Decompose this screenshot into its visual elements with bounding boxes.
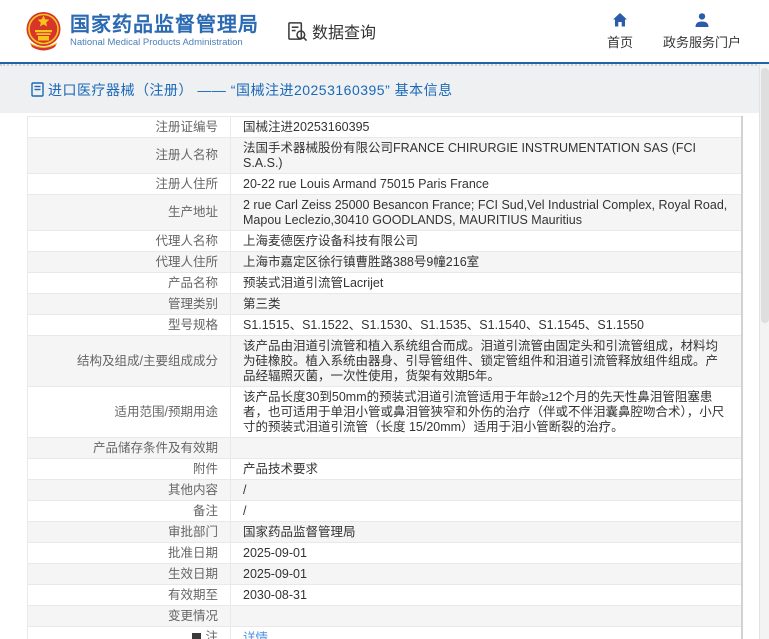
field-value: 详情 — [230, 626, 743, 639]
user-icon — [695, 13, 709, 27]
data-query-tab[interactable]: 数据查询 — [287, 19, 376, 43]
field-value: 上海麦德医疗设备科技有限公司 — [230, 230, 743, 252]
field-value — [230, 605, 743, 627]
table-row: 注册人名称 法国手术器械股份有限公司FRANCE CHIRURGIE INSTR… — [27, 137, 743, 174]
field-value — [230, 437, 743, 459]
table-row: 管理类别 第三类 — [27, 293, 743, 315]
scrollbar[interactable] — [759, 64, 769, 639]
field-value: 上海市嘉定区徐行镇曹胜路388号9幢216室 — [230, 251, 743, 273]
table-row: 附件 产品技术要求 — [27, 458, 743, 480]
table-row: 注册人住所 20-22 rue Louis Armand 75015 Paris… — [27, 173, 743, 195]
field-value: 20-22 rue Louis Armand 75015 Paris Franc… — [230, 173, 743, 195]
field-value: / — [230, 479, 743, 501]
field-label: 注册证编号 — [27, 116, 231, 138]
field-value: 该产品由泪道引流管和植入系统组合而成。泪道引流管由固定头和引流管组成，材料均为硅… — [230, 335, 743, 387]
field-label: 型号规格 — [27, 314, 231, 336]
table-row: 有效期至 2030-08-31 — [27, 584, 743, 606]
site-header: 国家药品监督管理局 National Medical Products Admi… — [0, 0, 769, 62]
field-label: 变更情况 — [27, 605, 231, 627]
field-value: 2025-09-01 — [230, 542, 743, 564]
field-value: / — [230, 500, 743, 522]
registration-info-table: 注册证编号 国械注进20253160395 注册人名称 法国手术器械股份有限公司… — [27, 116, 743, 639]
table-row: 型号规格 S1.1515、S1.1522、S1.1530、S1.1535、S1.… — [27, 314, 743, 336]
note-icon — [192, 632, 202, 639]
title-band: 进口医疗器械（注册） —— “国械注进20253160395” 基本信息 — [0, 64, 769, 113]
table-row: 备注 / — [27, 500, 743, 522]
table-row: 产品储存条件及有效期 — [27, 437, 743, 459]
field-value: 产品技术要求 — [230, 458, 743, 480]
field-label: 产品储存条件及有效期 — [27, 437, 231, 459]
table-row: 生产地址 2 rue Carl Zeiss 25000 Besancon Fra… — [27, 194, 743, 231]
field-label: 注 — [27, 626, 231, 639]
table-row-note: 注 详情 — [27, 626, 743, 639]
org-name-cn: 国家药品监督管理局 — [70, 14, 259, 36]
field-value: S1.1515、S1.1522、S1.1530、S1.1535、S1.1540、… — [230, 314, 743, 336]
table-row: 审批部门 国家药品监督管理局 — [27, 521, 743, 543]
field-label: 代理人名称 — [27, 230, 231, 252]
scrollbar-thumb[interactable] — [761, 68, 769, 323]
field-value: 2030-08-31 — [230, 584, 743, 606]
table-row: 产品名称 预装式泪道引流管Lacrijet — [27, 272, 743, 294]
field-label: 代理人住所 — [27, 251, 231, 273]
field-value: 2 rue Carl Zeiss 25000 Besancon France; … — [230, 194, 743, 231]
page-title: 进口医疗器械（注册） —— “国械注进20253160395” 基本信息 — [48, 81, 453, 98]
table-row: 其他内容 / — [27, 479, 743, 501]
nav-item-label: 政务服务门户 — [662, 35, 741, 50]
top-nav: 首页 政务服务门户 — [607, 12, 741, 51]
field-label: 有效期至 — [27, 584, 231, 606]
field-label: 生产地址 — [27, 194, 231, 231]
field-value: 该产品长度30到50mm的预装式泪道引流管适用于年龄≥12个月的先天性鼻泪管阻塞… — [230, 386, 743, 438]
data-query-label: 数据查询 — [312, 25, 377, 42]
field-label: 注册人名称 — [27, 137, 231, 174]
table-row: 结构及组成/主要组成成分 该产品由泪道引流管和植入系统组合而成。泪道引流管由固定… — [27, 335, 743, 387]
field-label: 审批部门 — [27, 521, 231, 543]
table-row: 注册证编号 国械注进20253160395 — [27, 116, 743, 138]
field-label: 备注 — [27, 500, 231, 522]
table-row: 适用范围/预期用途 该产品长度30到50mm的预装式泪道引流管适用于年龄≥12个… — [27, 386, 743, 438]
nav-item-label: 首页 — [606, 35, 633, 50]
nav-item-home[interactable]: 首页 — [607, 12, 633, 51]
field-label: 附件 — [27, 458, 231, 480]
note-detail-link[interactable]: 详情 — [243, 631, 268, 639]
field-label: 注册人住所 — [27, 173, 231, 195]
field-label: 适用范围/预期用途 — [27, 386, 231, 438]
field-label: 管理类别 — [27, 293, 231, 315]
document-search-icon — [288, 21, 308, 41]
table-row: 变更情况 — [27, 605, 743, 627]
content-area: 注册证编号 国械注进20253160395 注册人名称 法国手术器械股份有限公司… — [0, 113, 769, 639]
field-value: 法国手术器械股份有限公司FRANCE CHIRURGIE INSTRUMENTA… — [230, 137, 743, 174]
home-icon — [612, 13, 627, 27]
field-value: 第三类 — [230, 293, 743, 315]
field-value: 2025-09-01 — [230, 563, 743, 585]
field-label: 结构及组成/主要组成成分 — [27, 335, 231, 387]
table-row: 生效日期 2025-09-01 — [27, 563, 743, 585]
field-label: 其他内容 — [27, 479, 231, 501]
site-logo[interactable]: 国家药品监督管理局 National Medical Products Admi… — [26, 9, 259, 53]
table-row: 批准日期 2025-09-01 — [27, 542, 743, 564]
field-value: 国家药品监督管理局 — [230, 521, 743, 543]
field-label: 产品名称 — [27, 272, 231, 294]
field-label: 生效日期 — [27, 563, 231, 585]
org-name-en: National Medical Products Administration — [70, 37, 243, 48]
field-label: 批准日期 — [27, 542, 231, 564]
table-row: 代理人名称 上海麦德医疗设备科技有限公司 — [27, 230, 743, 252]
page-icon — [31, 82, 44, 97]
field-value: 国械注进20253160395 — [230, 116, 743, 138]
field-value: 预装式泪道引流管Lacrijet — [230, 272, 743, 294]
national-emblem-icon — [26, 12, 61, 51]
table-row: 代理人住所 上海市嘉定区徐行镇曹胜路388号9幢216室 — [27, 251, 743, 273]
nav-item-service-portal[interactable]: 政务服务门户 — [663, 12, 741, 51]
